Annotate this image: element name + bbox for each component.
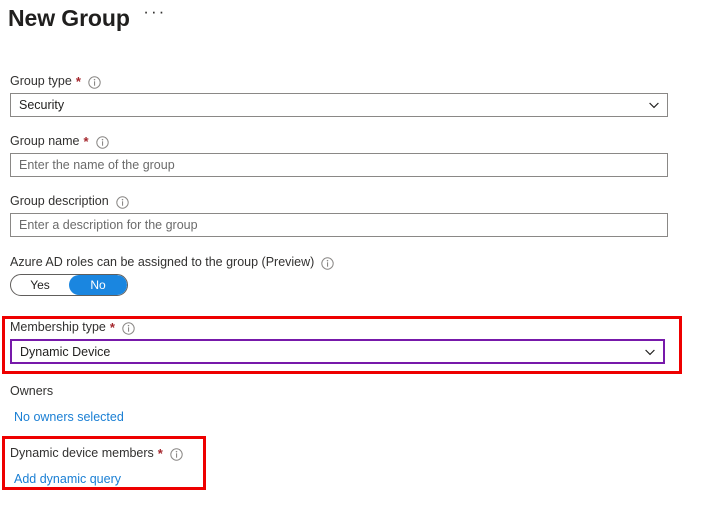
membership-type-value: Dynamic Device — [20, 344, 111, 359]
page-title: New Group — [8, 5, 130, 31]
group-name-label: Group name — [10, 134, 80, 148]
field-azure-ad-roles: Azure AD roles can be assigned to the gr… — [10, 254, 335, 296]
group-type-value: Security — [19, 98, 65, 112]
group-name-placeholder: Enter the name of the group — [19, 158, 175, 172]
more-options-icon[interactable]: ··· — [143, 3, 166, 30]
group-type-label-row: Group type * — [10, 73, 668, 90]
membership-type-label: Membership type — [10, 320, 106, 334]
field-owners: Owners No owners selected — [10, 383, 124, 426]
no-owners-selected-link[interactable]: No owners selected — [14, 409, 124, 426]
info-icon[interactable] — [95, 136, 109, 149]
group-name-required-asterisk: * — [83, 134, 89, 149]
info-icon[interactable] — [122, 322, 135, 335]
group-type-select[interactable]: Security — [10, 93, 668, 117]
group-name-input[interactable]: Enter the name of the group — [10, 153, 668, 177]
membership-type-required-asterisk: * — [109, 320, 115, 335]
azure-ad-roles-label-row: Azure AD roles can be assigned to the gr… — [10, 254, 335, 271]
group-name-label-row: Group name * — [10, 133, 668, 150]
group-description-label: Group description — [10, 194, 109, 208]
field-group-type: Group type * Security — [10, 73, 668, 117]
chevron-down-icon — [647, 98, 661, 112]
chevron-down-icon — [643, 345, 657, 359]
add-dynamic-query-link[interactable]: Add dynamic query — [14, 471, 183, 488]
group-type-required-asterisk: * — [75, 74, 81, 89]
info-icon[interactable] — [115, 196, 129, 209]
group-description-input[interactable]: Enter a description for the group — [10, 213, 668, 237]
group-description-label-row: Group description — [10, 193, 668, 210]
info-icon[interactable] — [321, 257, 335, 270]
membership-type-label-row: Membership type * — [10, 319, 668, 336]
azure-ad-roles-toggle[interactable]: Yes No — [10, 274, 128, 296]
page-header: New Group ··· — [8, 2, 166, 34]
group-description-placeholder: Enter a description for the group — [19, 218, 198, 232]
dynamic-device-members-label-row: Dynamic device members * — [10, 445, 183, 462]
field-dynamic-device-members: Dynamic device members * Add dynamic que… — [10, 445, 183, 488]
field-membership-type: Membership type * Dynamic Device — [10, 319, 668, 364]
field-group-name: Group name * Enter the name of the group — [10, 133, 668, 177]
azure-ad-roles-label: Azure AD roles can be assigned to the gr… — [10, 255, 315, 269]
owners-label: Owners — [10, 384, 54, 398]
info-icon[interactable] — [170, 448, 183, 461]
toggle-option-no[interactable]: No — [69, 275, 127, 295]
group-type-label: Group type — [10, 74, 72, 88]
dynamic-device-members-label: Dynamic device members — [10, 446, 154, 460]
membership-type-select[interactable]: Dynamic Device — [10, 339, 665, 364]
dynamic-device-members-required-asterisk: * — [157, 446, 163, 461]
toggle-option-yes[interactable]: Yes — [11, 275, 69, 295]
field-group-description: Group description Enter a description fo… — [10, 193, 668, 237]
info-icon[interactable] — [88, 76, 101, 89]
